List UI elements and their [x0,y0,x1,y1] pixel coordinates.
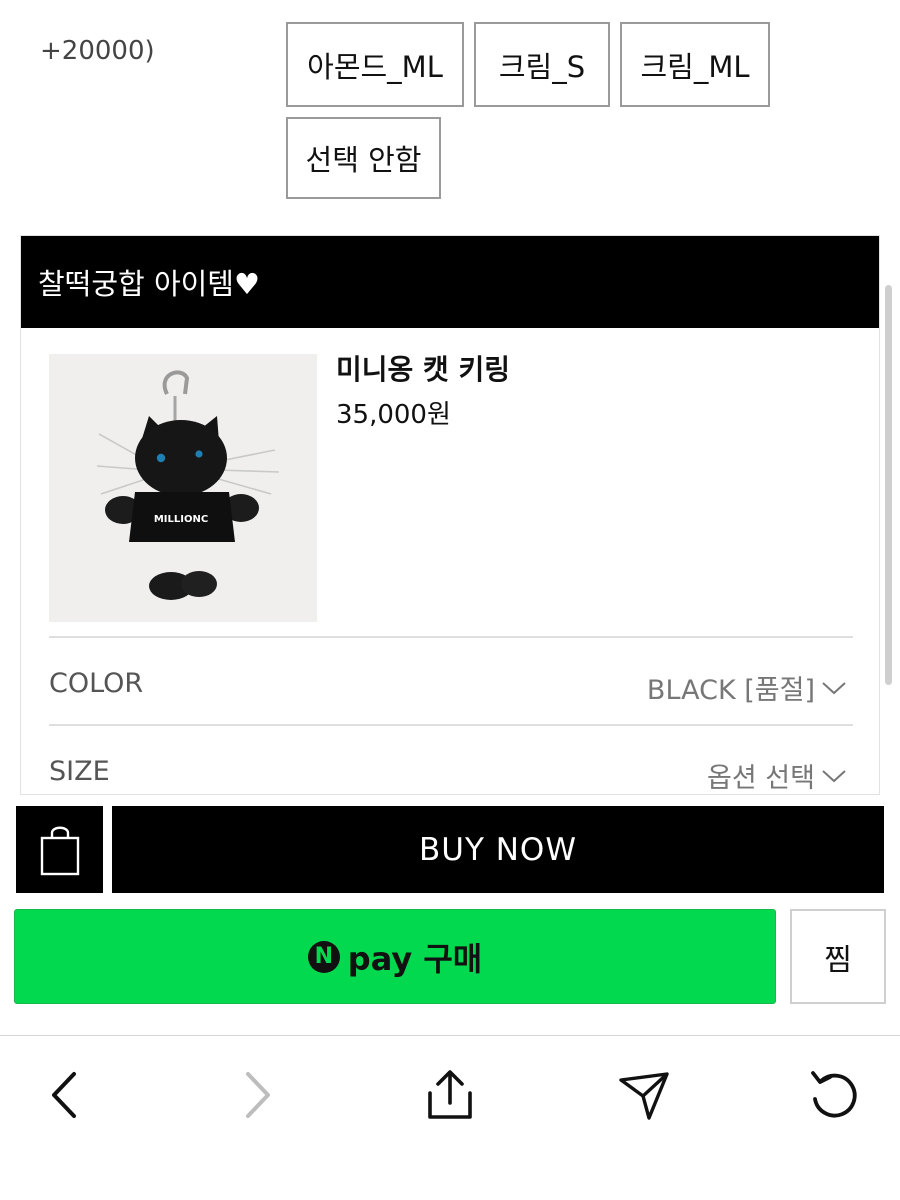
send-icon [619,1072,669,1120]
product-page: +20000) 아몬드_ML 크림_S 크림_ML 선택 안함 찰떡궁합 아이템… [0,0,900,1200]
option-button-none[interactable]: 선택 안함 [286,117,441,199]
forward-button[interactable] [226,1063,290,1127]
color-label: COLOR [49,668,144,699]
size-select[interactable]: 옵션 선택 [707,756,847,794]
divider [49,724,853,726]
product-price: 35,000원 [336,400,451,430]
cat-keyring-image: MILLIONC [49,354,317,622]
color-select-value: BLACK [품절] [646,675,815,706]
share-icon [428,1070,472,1119]
divider [49,636,853,638]
refresh-icon [811,1071,857,1118]
send-button[interactable] [612,1063,676,1127]
npay-label: pay 구매 [347,939,483,978]
refresh-button[interactable] [803,1063,867,1127]
npay-logo-icon: N [307,940,340,973]
chevron-down-icon [822,769,846,782]
option-button-cream-ml[interactable]: 크림_ML [620,22,770,107]
chevron-down-icon [822,681,846,694]
arrow-left-icon [52,1072,76,1118]
shirt-print: MILLIONC [154,514,208,525]
npay-buy-button[interactable]: N pay 구매 [14,909,776,1004]
shopping-bag-icon [40,826,79,875]
option-button-cream-s[interactable]: 크림_S [474,22,610,107]
arrow-right-icon [246,1072,270,1118]
recommendation-panel: 찰떡궁합 아이템♥ MILLIONC 미니옹 캣 키링 35,000원 COLO… [20,235,880,795]
recommendation-title: 찰떡궁합 아이템♥ [21,236,879,328]
size-label: SIZE [49,756,110,787]
size-select-value: 옵션 선택 [707,763,815,794]
option-button-almond-ml[interactable]: 아몬드_ML [286,22,464,107]
color-select[interactable]: BLACK [품절] [647,668,847,707]
wishlist-button[interactable]: 찜 [790,909,886,1004]
scrollbar[interactable] [885,285,892,685]
back-button[interactable] [32,1063,96,1127]
share-button[interactable] [418,1063,482,1127]
previous-option-price: +20000) [40,36,155,66]
product-name[interactable]: 미니옹 캣 키링 [336,348,510,388]
product-thumbnail[interactable]: MILLIONC [49,354,317,622]
cart-button[interactable] [16,806,103,893]
buy-now-button[interactable]: BUY NOW [112,806,884,893]
